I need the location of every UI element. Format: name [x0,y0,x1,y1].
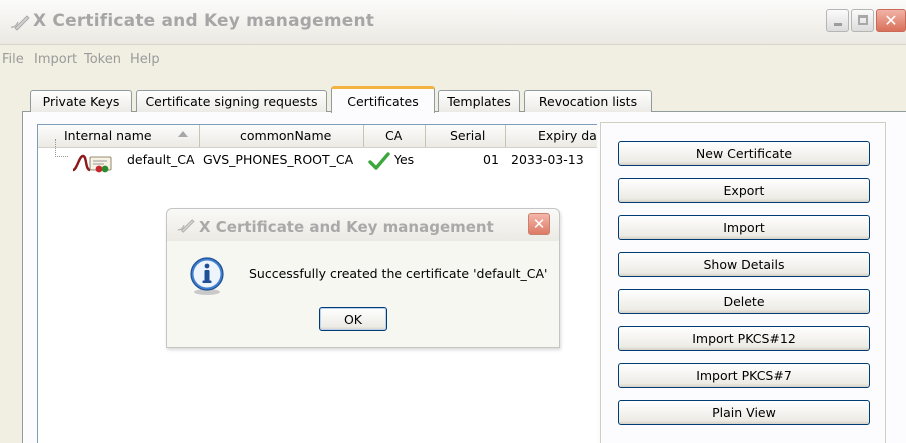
tab-certificates[interactable]: Certificates [331,86,435,113]
import-button[interactable]: Import [618,215,870,240]
certificate-pen-icon [177,219,195,233]
window-title: X Certificate and Key management [33,11,375,31]
menu-bar: File Import Token Help [0,45,906,71]
tab-private-keys[interactable]: Private Keys [30,90,132,112]
show-details-button[interactable]: Show Details [618,252,870,277]
menu-import[interactable]: Import [34,52,77,67]
certificate-icon [72,154,112,173]
menu-help[interactable]: Help [130,52,160,67]
title-bar[interactable]: X Certificate and Key management ✕ [0,0,906,45]
close-button[interactable]: ✕ [876,9,906,32]
cell-serial: 01 [483,152,499,167]
sort-ascending-icon [178,131,188,137]
import-pkcs7-button[interactable]: Import PKCS#7 [618,363,870,388]
plain-view-button[interactable]: Plain View [618,400,870,425]
tab-templates[interactable]: Templates [438,90,520,112]
menu-token[interactable]: Token [84,52,121,67]
certificate-pen-icon [10,15,30,31]
cell-ca: Yes [394,152,415,167]
dialog-close-button[interactable]: ✕ [528,213,550,235]
delete-button[interactable]: Delete [618,289,870,314]
minimize-button[interactable] [826,9,849,32]
minimize-icon [834,23,842,26]
export-button[interactable]: Export [618,178,870,203]
new-certificate-button[interactable]: New Certificate [618,141,870,166]
dialog-title: X Certificate and Key management [199,218,494,236]
cell-expiry: 2033-03-13 [511,152,584,167]
dialog-title-bar[interactable]: X Certificate and Key management ✕ [167,209,559,241]
ok-button[interactable]: OK [319,307,387,331]
close-icon: ✕ [532,215,546,233]
checkmark-icon [368,152,390,170]
tab-certificate-signing-requests[interactable]: Certificate signing requests [136,90,327,112]
close-icon: ✕ [884,11,898,30]
menu-file[interactable]: File [2,52,24,67]
maximize-button[interactable] [851,9,874,32]
import-pkcs12-button[interactable]: Import PKCS#12 [618,326,870,351]
tree-connector [55,139,68,157]
cell-common-name: GVS_PHONES_ROOT_CA [203,152,354,167]
info-icon [190,257,224,295]
list-header: Internal name commonName CA Serial Expir… [38,125,597,148]
message-dialog: X Certificate and Key management ✕ Succe… [166,208,560,348]
column-header-ca[interactable]: CA [364,125,426,147]
maximize-icon [858,15,868,25]
table-row[interactable]: default_CA GVS_PHONES_ROOT_CA Yes 01 203… [38,139,597,173]
action-panel [600,122,886,443]
column-header-serial[interactable]: Serial [426,125,506,147]
column-header-common-name[interactable]: commonName [200,125,364,147]
dialog-message: Successfully created the certificate 'de… [249,266,548,281]
tab-revocation-lists[interactable]: Revocation lists [524,90,652,112]
column-header-expiry[interactable]: Expiry da [506,125,597,147]
cell-internal-name: default_CA [127,152,195,167]
